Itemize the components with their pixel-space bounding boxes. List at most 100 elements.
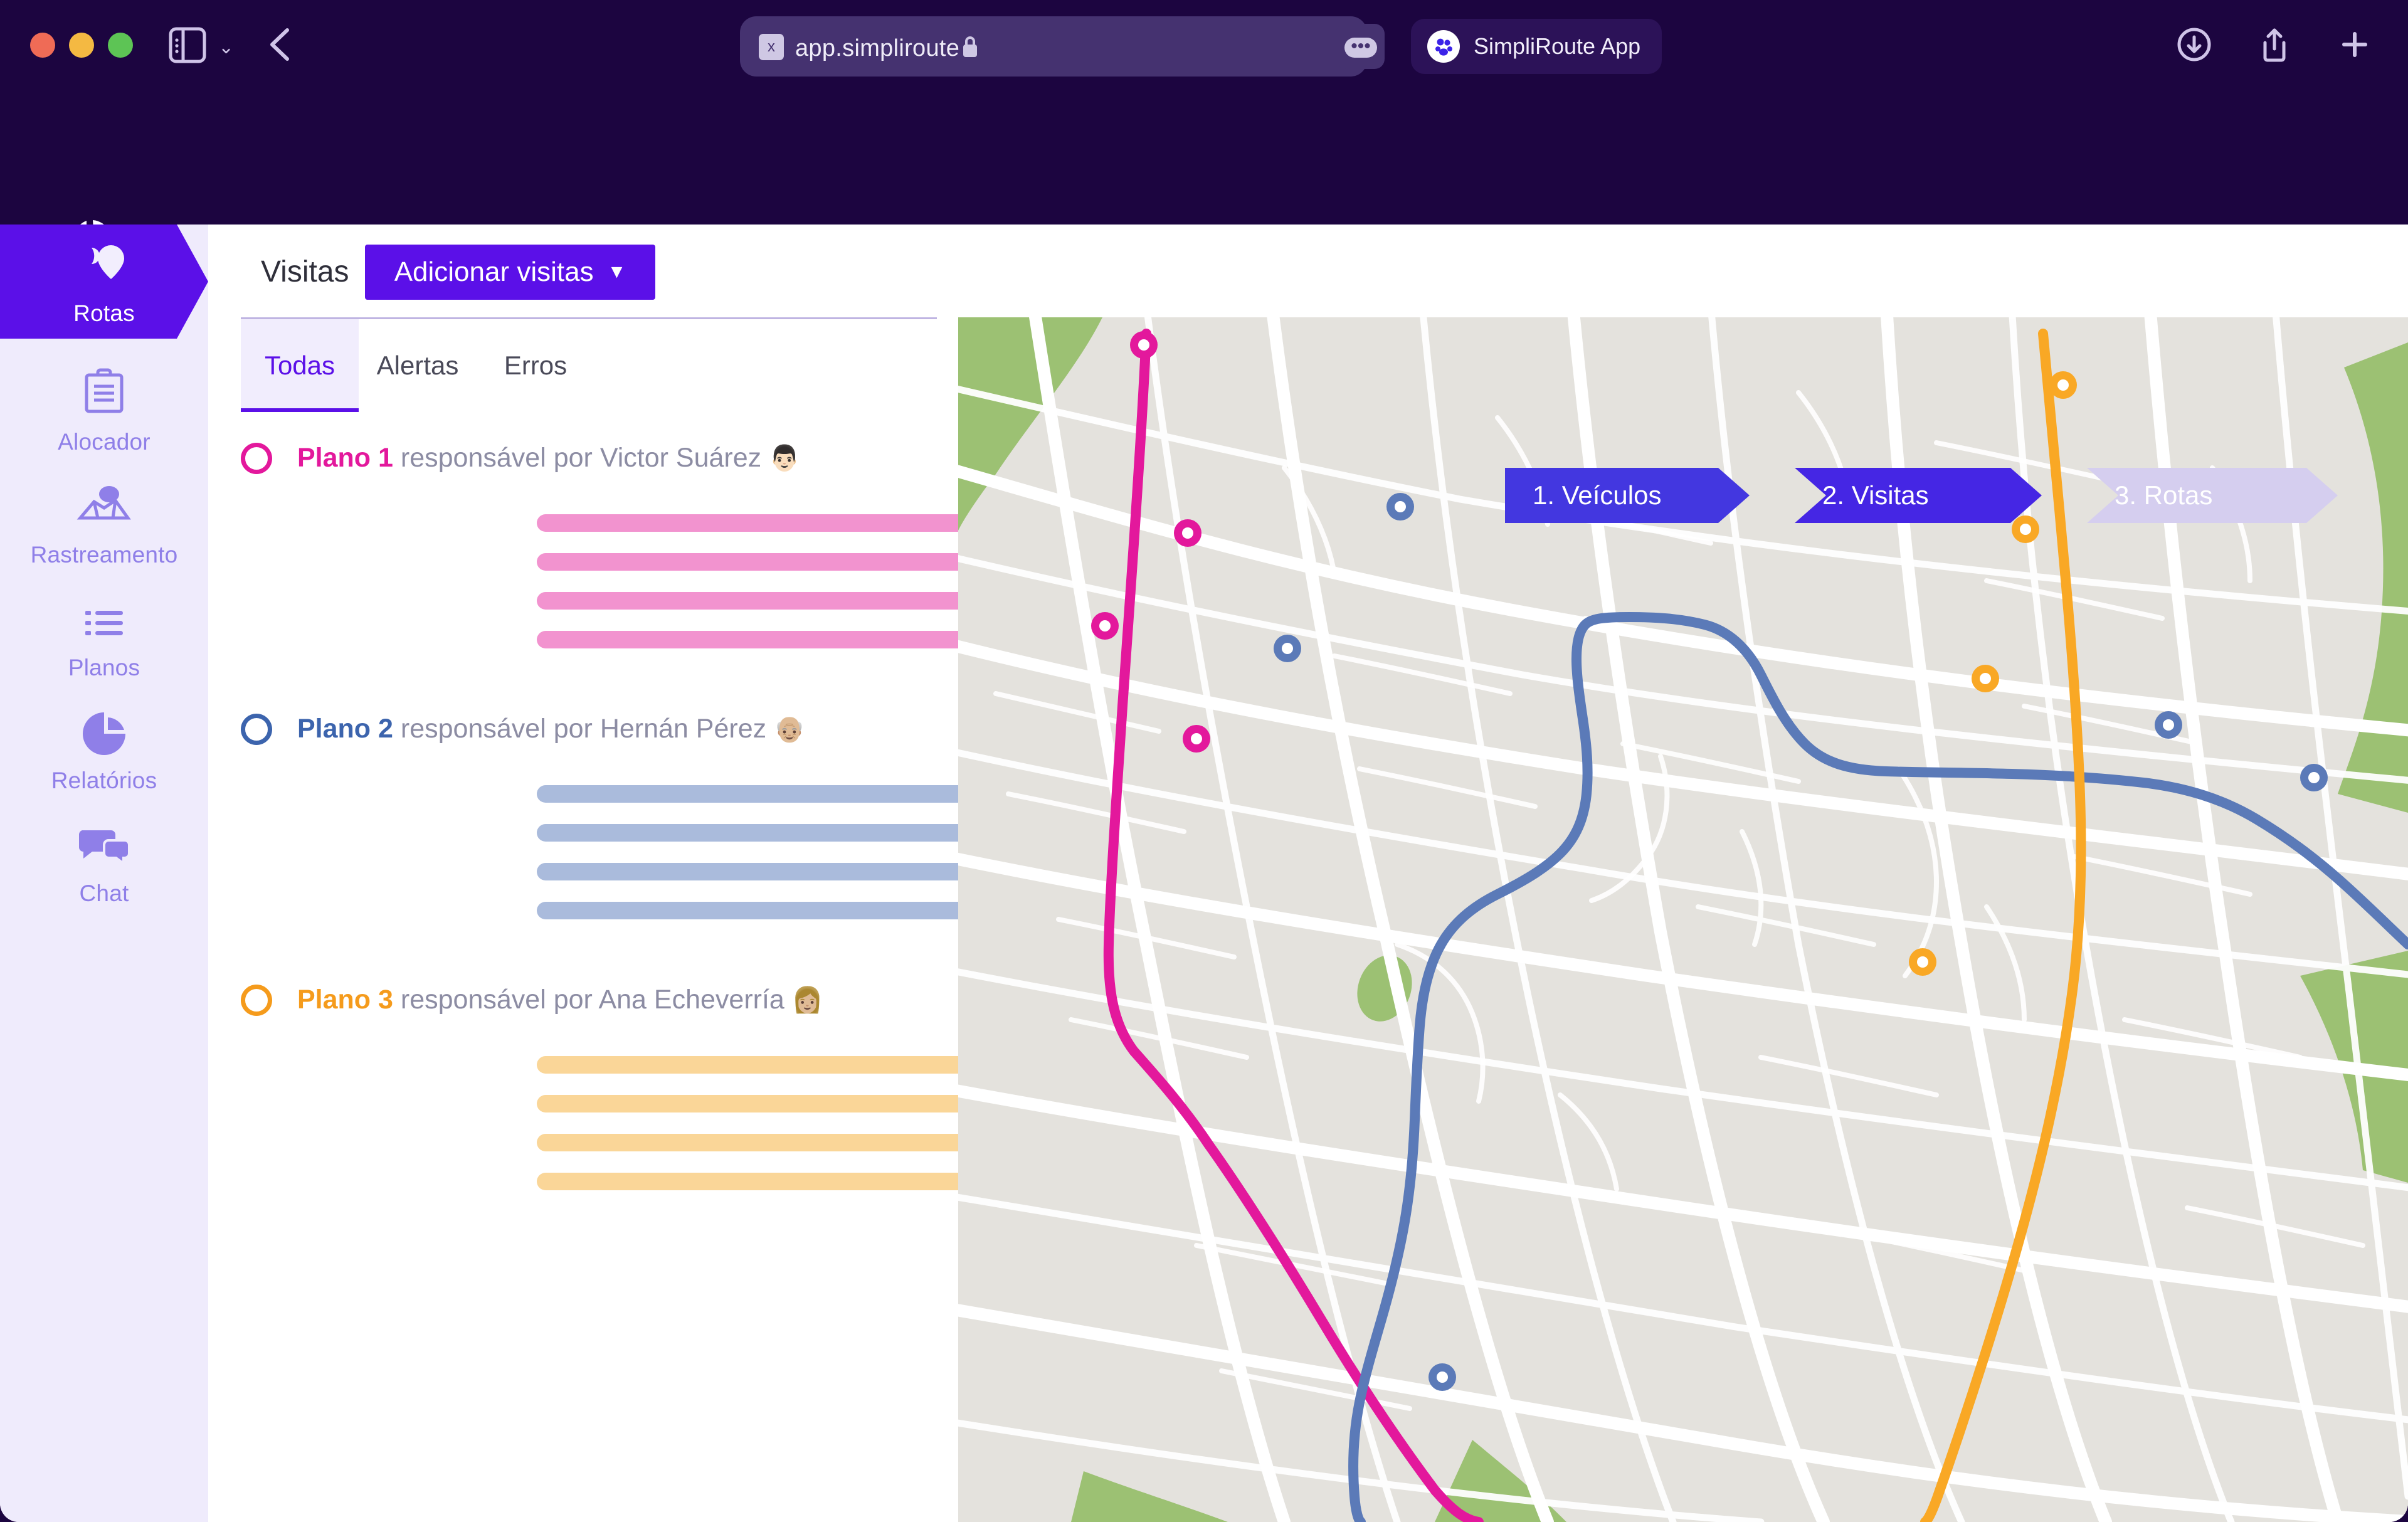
plan-title: Plano 2 responsável por Hernán Pérez 👴🏼 bbox=[297, 714, 805, 744]
browser-tab-title: SimpliRoute App bbox=[1474, 33, 1641, 59]
plan-item: Plano 2 responsável por Hernán Pérez 👴🏼 … bbox=[208, 709, 1112, 919]
step-veiculos[interactable]: 1. Veículos bbox=[1505, 468, 1750, 523]
plan-responsible-name: Hernán Pérez bbox=[599, 714, 767, 744]
marker-plano-1 bbox=[1091, 612, 1119, 640]
marker-plano-2 bbox=[1274, 635, 1301, 662]
add-visits-label: Adicionar visitas bbox=[394, 256, 594, 287]
main-sidebar: Rotas Alocador Rastreamento Planos Relat… bbox=[0, 225, 208, 1522]
minimize-window-button[interactable] bbox=[69, 33, 94, 58]
visits-panel: Visitas Adicionar visitas ▼ Todas Alerta… bbox=[208, 225, 1112, 1522]
download-icon[interactable] bbox=[2175, 25, 2214, 64]
step-label: 1. Veículos bbox=[1533, 480, 1662, 510]
route-pins-icon bbox=[75, 236, 133, 290]
page-options-button[interactable]: ••• bbox=[1336, 24, 1385, 69]
chat-bubbles-icon bbox=[76, 816, 132, 870]
plan-header-row[interactable]: Plano 1 responsável por Victor Suárez 👨🏻… bbox=[208, 438, 1112, 492]
sidebar-item-label: Alocador bbox=[58, 429, 150, 455]
plan-responsible-prefix: responsável por bbox=[400, 985, 593, 1015]
sidebar-item-planos[interactable]: Planos bbox=[0, 579, 208, 692]
sidebar-item-label: Planos bbox=[68, 655, 140, 680]
tab-alertas[interactable]: Alertas bbox=[359, 319, 477, 412]
marker-plano-2 bbox=[2155, 711, 2182, 739]
browser-tab-simpliroute[interactable]: SimpliRoute App bbox=[1411, 19, 1662, 74]
plan-responsible-name: Ana Echeverría bbox=[598, 985, 784, 1015]
marker-plano-3 bbox=[1972, 665, 1999, 692]
plan-header-row[interactable]: Plano 3 responsável por Ana Echeverría 👩… bbox=[208, 980, 1112, 1033]
close-window-button[interactable] bbox=[30, 33, 55, 58]
app-body: Rotas Alocador Rastreamento Planos Relat… bbox=[0, 225, 2408, 1522]
share-icon[interactable] bbox=[2255, 25, 2294, 64]
plus-icon[interactable] bbox=[2335, 25, 2374, 64]
sidebar-item-label: Relatórios bbox=[51, 768, 157, 793]
marker-plano-1 bbox=[1130, 331, 1158, 359]
plan-skeleton-bars bbox=[208, 785, 1056, 919]
plan-header-row[interactable]: Plano 2 responsável por Hernán Pérez 👴🏼 … bbox=[208, 709, 1112, 763]
sidebar-item-label: Chat bbox=[79, 880, 129, 906]
marker-plano-3 bbox=[1909, 948, 1936, 976]
step-visitas[interactable]: 2. Visitas bbox=[1795, 468, 2042, 523]
marker-plano-3 bbox=[2049, 371, 2077, 399]
sidebar-toggle-icon[interactable] bbox=[168, 26, 207, 64]
sidebar-item-chat[interactable]: Chat bbox=[0, 805, 208, 918]
sidebar-item-alocador[interactable]: Alocador bbox=[0, 354, 208, 467]
plan-name: Plano 1 bbox=[297, 443, 393, 473]
tab-todas[interactable]: Todas bbox=[241, 319, 359, 412]
plan-color-ring bbox=[241, 714, 272, 745]
avatar: 👴🏼 bbox=[774, 716, 805, 743]
clipboard-icon bbox=[79, 365, 129, 419]
maximize-window-button[interactable] bbox=[108, 33, 133, 58]
x-square-icon[interactable]: x bbox=[759, 34, 784, 60]
sidebar-item-rastreamento[interactable]: Rastreamento bbox=[0, 467, 208, 579]
plan-responsible-prefix: responsável por bbox=[400, 714, 593, 744]
marker-plano-1 bbox=[1174, 519, 1201, 547]
simpliroute-paw-icon bbox=[1427, 30, 1460, 63]
plan-color-ring bbox=[241, 985, 272, 1016]
sidebar-item-rotas[interactable]: Rotas bbox=[0, 225, 208, 339]
plan-name: Plano 2 bbox=[297, 714, 393, 744]
visits-tabs: Todas Alertas Erros bbox=[241, 317, 937, 412]
plan-skeleton-bars bbox=[208, 514, 1056, 648]
plans-list: Plano 1 responsável por Victor Suárez 👨🏻… bbox=[208, 438, 1112, 1190]
tab-label: Todas bbox=[264, 351, 335, 380]
tab-label: Erros bbox=[504, 351, 568, 380]
tab-label: Alertas bbox=[376, 351, 459, 380]
sidebar-item-label: Rastreamento bbox=[30, 542, 178, 568]
step-rotas[interactable]: 3. Rotas bbox=[2087, 468, 2338, 523]
avatar: 👨🏻 bbox=[769, 445, 800, 472]
back-chevron-icon[interactable] bbox=[263, 25, 301, 64]
chevron-down-icon[interactable]: ⌄ bbox=[218, 36, 234, 58]
marker-plano-1 bbox=[1183, 725, 1210, 753]
avatar: 👩🏼 bbox=[791, 986, 823, 1014]
address-bar[interactable]: x app.simpliroute bbox=[740, 16, 1367, 77]
plan-item: Plano 3 responsável por Ana Echeverría 👩… bbox=[208, 980, 1112, 1190]
brand-header: SimpliRoute bbox=[0, 93, 2408, 263]
sidebar-item-relatorios[interactable]: Relatórios bbox=[0, 692, 208, 805]
step-label: 3. Rotas bbox=[2115, 480, 2213, 510]
wizard-steps: 1. Veículos 2. Visitas 3. Rotas bbox=[1505, 468, 2387, 523]
browser-toolbar-right bbox=[2175, 25, 2374, 64]
plan-color-ring bbox=[241, 443, 272, 474]
panel-header: Visitas Adicionar visitas ▼ bbox=[208, 225, 958, 317]
marker-plano-2 bbox=[1386, 493, 1414, 521]
app-window: ⌄ x app.simpliroute ••• SimpliRoute App bbox=[0, 0, 2408, 1522]
ellipsis-icon: ••• bbox=[1344, 37, 1377, 58]
tab-erros[interactable]: Erros bbox=[477, 319, 594, 412]
map-pin-icon bbox=[74, 478, 134, 532]
marker-plano-2 bbox=[2300, 764, 2328, 791]
sidebar-item-label: Rotas bbox=[73, 300, 135, 326]
plan-title: Plano 3 responsável por Ana Echeverría 👩… bbox=[297, 985, 823, 1015]
list-icon bbox=[78, 591, 130, 645]
plan-responsible-prefix: responsável por bbox=[400, 443, 593, 473]
lock-icon bbox=[961, 34, 980, 60]
step-label: 2. Visitas bbox=[1822, 480, 1929, 510]
plan-responsible-name: Victor Suárez bbox=[599, 443, 762, 473]
plan-title: Plano 1 responsável por Victor Suárez 👨🏻 bbox=[297, 443, 800, 473]
page-title: Visitas bbox=[261, 255, 349, 288]
pie-chart-icon bbox=[78, 704, 130, 758]
address-bar-url: app.simpliroute bbox=[795, 35, 960, 61]
chevron-down-icon: ▼ bbox=[607, 262, 626, 282]
add-visits-button[interactable]: Adicionar visitas ▼ bbox=[365, 245, 655, 300]
browser-chrome: ⌄ x app.simpliroute ••• SimpliRoute App bbox=[0, 0, 2408, 93]
window-traffic-lights bbox=[30, 33, 133, 58]
